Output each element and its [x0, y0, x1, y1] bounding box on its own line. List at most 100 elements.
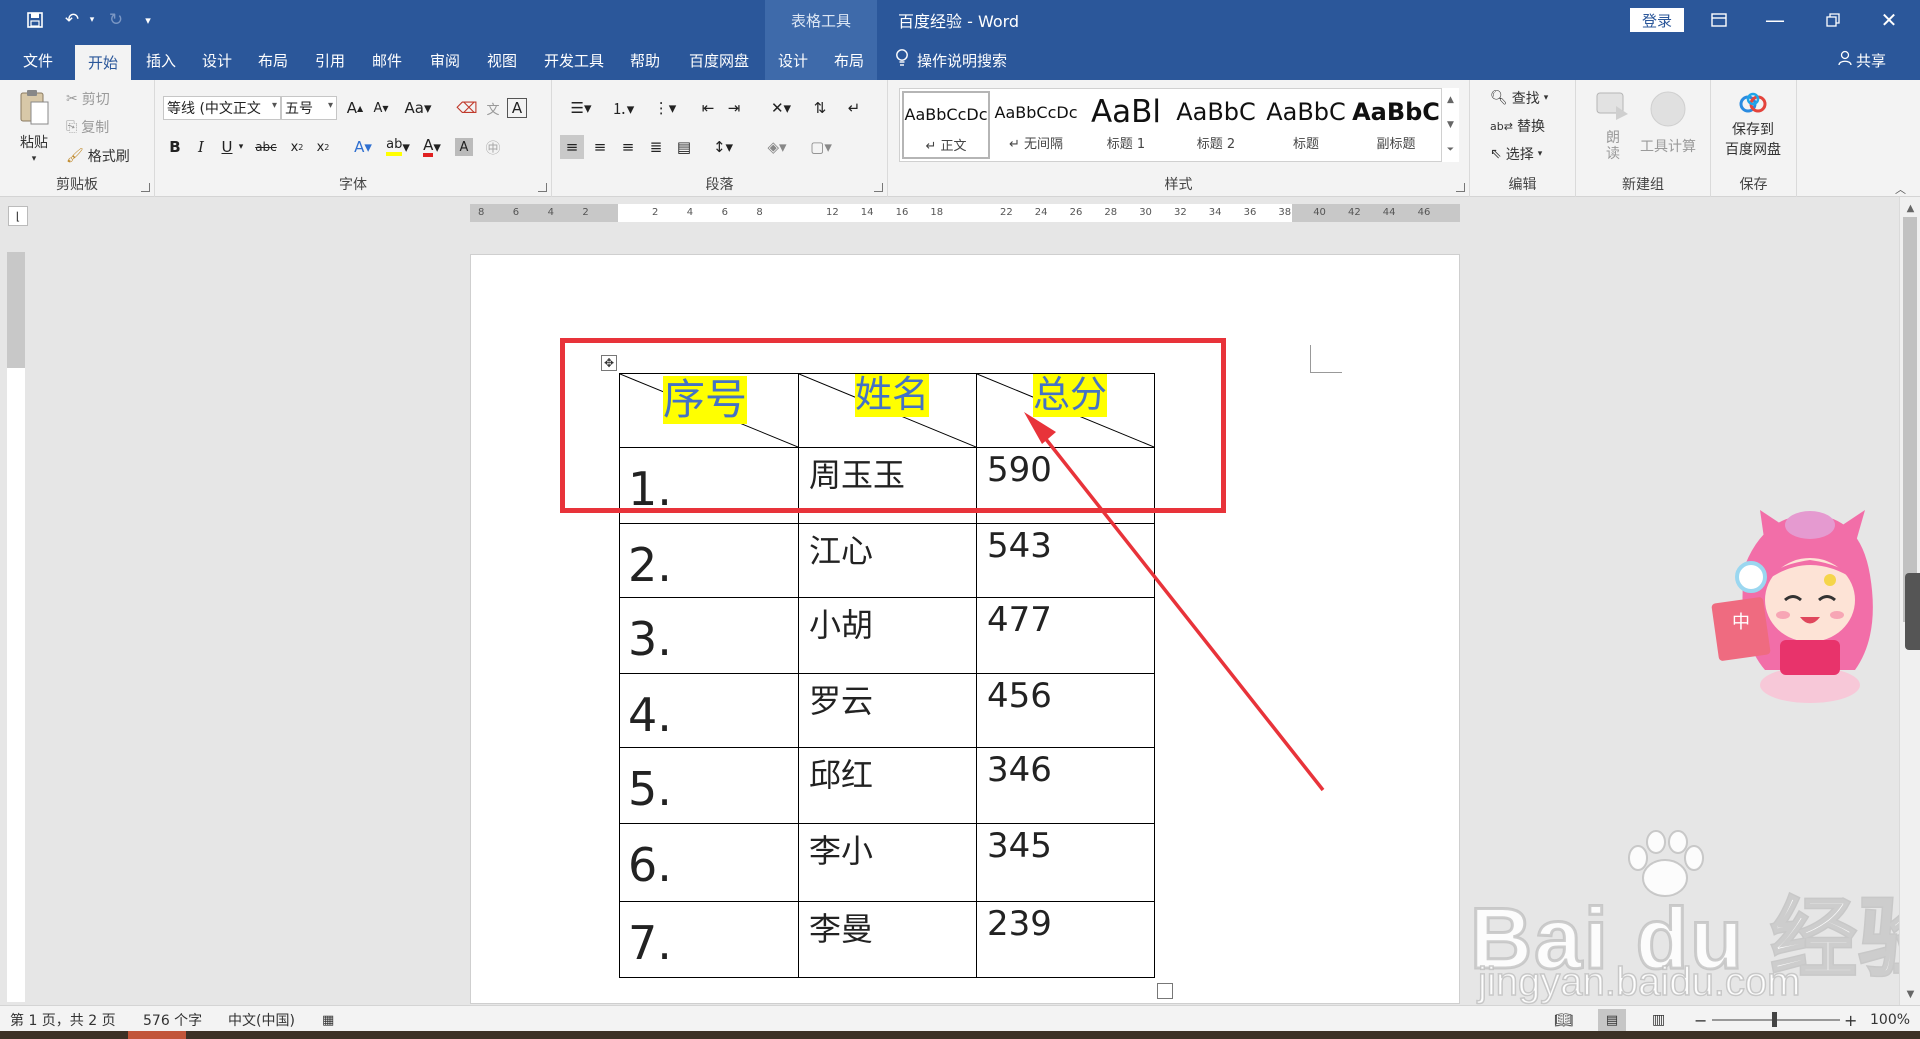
table-resize-handle[interactable] — [1157, 983, 1173, 999]
phonetic-guide-icon[interactable]: 文 — [481, 96, 505, 120]
share-button[interactable]: 共享 — [1838, 40, 1886, 80]
strikethrough-icon[interactable]: abc — [251, 135, 281, 159]
row-score-cell[interactable]: 456 — [976, 673, 1155, 748]
tab-insert[interactable]: 插入 — [133, 40, 189, 80]
paragraph-launcher-icon[interactable] — [874, 183, 883, 192]
increase-indent-icon[interactable]: ⇥ — [722, 96, 746, 120]
character-border-icon[interactable]: A — [507, 98, 527, 118]
change-case-icon[interactable]: Aa▾ — [401, 96, 435, 120]
cut-button[interactable]: ✂ 剪切 — [66, 89, 110, 109]
clipboard-launcher-icon[interactable] — [141, 183, 150, 192]
style-title[interactable]: AaBbC 标题 — [1262, 91, 1350, 159]
undo-dropdown-icon[interactable]: ▾ — [86, 8, 98, 32]
row-number-cell[interactable]: 6. — [619, 823, 799, 902]
tab-view[interactable]: 视图 — [474, 40, 530, 80]
row-number-cell[interactable]: 7. — [619, 901, 799, 978]
row-number-cell[interactable]: 4. — [619, 673, 799, 748]
save-icon[interactable] — [22, 8, 48, 32]
paste-button[interactable]: 粘贴 ▾ — [18, 88, 50, 164]
sort-icon[interactable]: ⇅ — [808, 96, 832, 120]
enclose-characters-icon[interactable]: ㊥ — [481, 135, 505, 159]
row-score-cell[interactable]: 543 — [976, 523, 1155, 598]
line-spacing-icon[interactable]: ↕▾ — [706, 135, 740, 159]
find-button[interactable]: 🔍︎ 查找 ▾ — [1490, 88, 1548, 108]
row-score-cell[interactable]: 346 — [976, 747, 1155, 824]
styles-scroll[interactable]: ▲ ▼ ⏷ — [1441, 88, 1459, 162]
grow-font-icon[interactable]: A ▲ — [343, 96, 367, 120]
row-score-cell[interactable]: 239 — [976, 901, 1155, 978]
tab-baidu-netdisk[interactable]: 百度网盘 — [678, 40, 760, 80]
tab-review[interactable]: 审阅 — [417, 40, 473, 80]
scroll-down-icon[interactable]: ▼ — [1900, 985, 1920, 1003]
zoom-slider-thumb[interactable] — [1772, 1012, 1777, 1027]
zoom-level[interactable]: 100% — [1870, 1006, 1910, 1034]
multilevel-list-icon[interactable]: ⋮▾ — [646, 96, 684, 120]
style-subtitle[interactable]: AaBbC 副标题 — [1352, 91, 1440, 159]
italic-icon[interactable]: I — [189, 135, 213, 159]
customize-quick-access-icon[interactable]: ▾ — [138, 8, 158, 32]
row-name-cell[interactable]: 邱红 — [798, 747, 977, 824]
align-left-icon[interactable]: ≡ — [560, 135, 584, 159]
word-count[interactable]: 576 个字 — [143, 1006, 202, 1034]
tab-layout[interactable]: 布局 — [245, 40, 301, 80]
undo-icon[interactable]: ↶ — [58, 8, 86, 32]
justify-icon[interactable]: ≣ — [644, 135, 668, 159]
login-button[interactable]: 登录 — [1630, 8, 1684, 32]
tab-table-layout[interactable]: 布局 — [821, 40, 877, 80]
ribbon-display-options-icon[interactable] — [1696, 0, 1742, 40]
style-heading-2[interactable]: AaBbC 标题 2 — [1172, 91, 1260, 159]
tab-developer[interactable]: 开发工具 — [535, 40, 613, 80]
row-number-cell[interactable]: 2. — [619, 523, 799, 598]
tab-table-design[interactable]: 设计 — [765, 40, 821, 80]
tab-design[interactable]: 设计 — [189, 40, 245, 80]
horizontal-ruler[interactable]: 8 6 4 2 2 4 6 8 12 14 16 18 22 24 26 28 30 32 34 36 38 40 42 44… — [470, 204, 1460, 222]
row-score-cell[interactable]: 345 — [976, 823, 1155, 902]
borders-icon[interactable]: ▢▾ — [804, 135, 838, 159]
row-name-cell[interactable]: 江心 — [798, 523, 977, 598]
web-layout-icon[interactable]: ▥ — [1652, 1006, 1665, 1034]
text-effects-icon[interactable]: A▾ — [351, 135, 375, 159]
shading-icon[interactable]: ◈▾ — [760, 135, 794, 159]
collapse-ribbon-icon[interactable]: ︿ — [1895, 181, 1906, 197]
font-launcher-icon[interactable] — [538, 183, 547, 192]
tab-references[interactable]: 引用 — [302, 40, 358, 80]
scrollbar-thumb[interactable] — [1903, 217, 1917, 622]
zoom-in-icon[interactable]: + — [1844, 1006, 1857, 1034]
font-size-combo[interactable]: 五号 ▾ — [281, 96, 337, 120]
copy-button[interactable]: ⎘ 复制 — [66, 117, 109, 137]
underline-dropdown-icon[interactable]: ▾ — [235, 135, 247, 159]
side-panel-tab[interactable] — [1905, 573, 1920, 650]
more-styles-icon[interactable]: ⏷ — [1447, 145, 1454, 155]
font-name-combo[interactable]: 等线 (中文正文 ▾ — [163, 96, 281, 120]
minimize-icon[interactable]: — — [1752, 0, 1798, 40]
format-painter-button[interactable]: 🖌 格式刷 — [66, 146, 130, 166]
scroll-up-icon[interactable]: ▲ — [1900, 199, 1920, 217]
shrink-font-icon[interactable]: A ▼ — [369, 96, 393, 120]
row-name-cell[interactable]: 罗云 — [798, 673, 977, 748]
row-number-cell[interactable]: 3. — [619, 597, 799, 674]
style-heading-1[interactable]: AaBl 标题 1 — [1082, 91, 1170, 159]
align-center-icon[interactable]: ≡ — [588, 135, 612, 159]
highlight-color-icon[interactable]: ab ▾ — [383, 135, 413, 159]
font-color-icon[interactable]: A ▾ — [417, 135, 447, 159]
distributed-icon[interactable]: ▤ — [672, 135, 696, 159]
tab-mailings[interactable]: 邮件 — [359, 40, 415, 80]
character-shading-icon[interactable]: A — [455, 138, 473, 156]
bullets-icon[interactable]: ☰▾ — [562, 96, 600, 120]
row-name-cell[interactable]: 李曼 — [798, 901, 977, 978]
tab-home[interactable]: 开始 — [75, 45, 131, 80]
chevron-up-icon[interactable]: ▲ — [1447, 95, 1454, 105]
row-name-cell[interactable]: 小胡 — [798, 597, 977, 674]
replace-button[interactable]: ab⇄ 替换 — [1490, 116, 1545, 136]
style-no-spacing[interactable]: AaBbCcDc ↵ 无间隔 — [992, 91, 1080, 159]
print-layout-icon[interactable]: ▤ — [1598, 1009, 1626, 1031]
row-number-cell[interactable]: 5. — [619, 747, 799, 824]
style-normal[interactable]: AaBbCcDc ↵ 正文 — [902, 91, 990, 159]
tool-calc-button[interactable]: 工具计算 — [1640, 90, 1696, 156]
subscript-icon[interactable]: x2 — [285, 135, 309, 159]
save-to-baidu-button[interactable]: 保存到 百度网盘 — [1725, 92, 1781, 159]
tab-selector-icon[interactable]: ⌊ — [8, 206, 28, 226]
redo-icon[interactable]: ↻ — [104, 8, 128, 32]
decrease-indent-icon[interactable]: ⇤ — [696, 96, 720, 120]
show-marks-icon[interactable]: ↵ — [842, 96, 866, 120]
